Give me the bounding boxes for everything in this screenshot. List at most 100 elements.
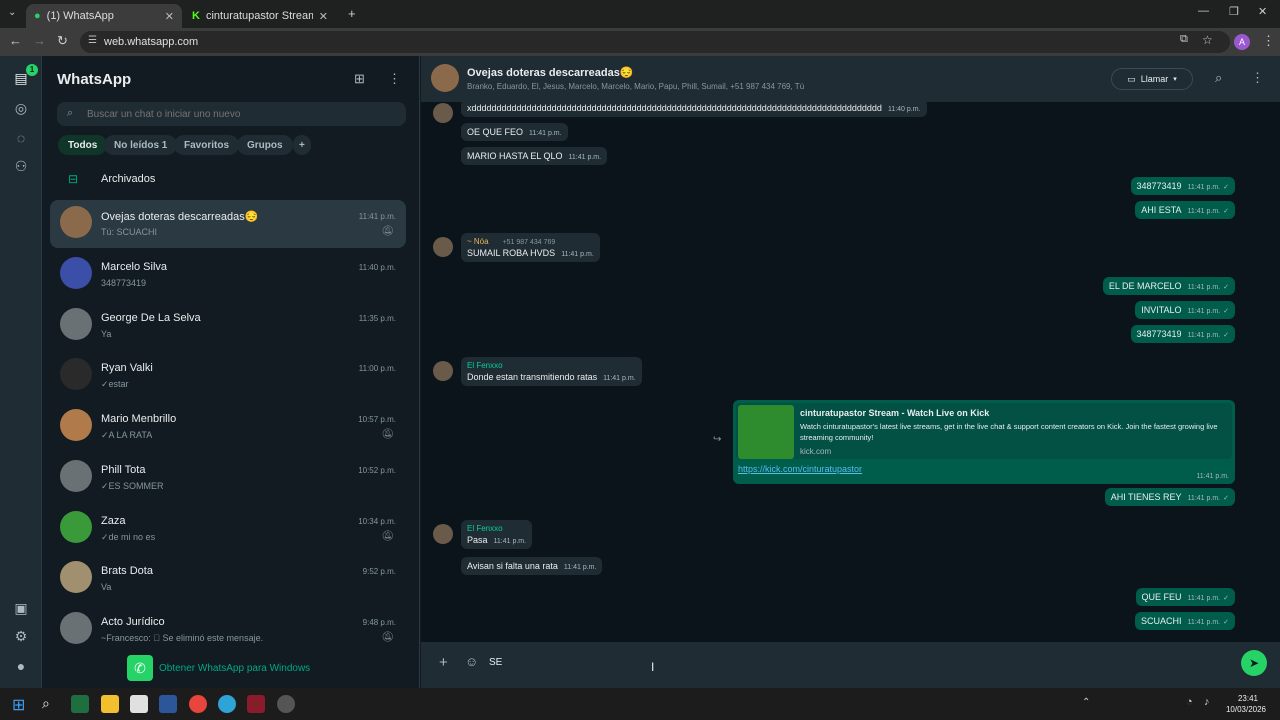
tray-chevron-icon[interactable]: ⌃ <box>1082 697 1090 708</box>
tab-label: cinturatupastor Stream - Watch <box>205 10 313 22</box>
back-icon[interactable]: ← <box>9 33 22 48</box>
link-preview-message[interactable]: cinturatupastor Stream - Watch Live on K… <box>733 400 1235 484</box>
sticker-icon[interactable]: ☺ <box>465 654 478 669</box>
windows-start-icon[interactable]: ⊞ <box>12 695 30 714</box>
chat-list-item[interactable]: Ryan Valki ✓estar 11:00 p.m. <box>50 352 406 400</box>
status-icon[interactable]: ◎ <box>12 100 30 118</box>
taskbar-search-icon[interactable]: ⌕ <box>42 695 60 713</box>
bookmark-star-icon[interactable]: ☆ <box>1202 33 1213 47</box>
call-button[interactable]: ▭ Llamar ▾ <box>1111 68 1193 90</box>
chat-header[interactable]: Ovejas doteras descarreadas😔 Branko, Edu… <box>421 56 1280 102</box>
profile-icon[interactable]: ● <box>12 658 30 676</box>
sender-name[interactable]: El Fenxxo <box>467 524 526 533</box>
incoming-message[interactable]: MARIO HASTA EL QLO 11:41 p.m. <box>461 147 608 165</box>
chat-search-icon[interactable]: ⌕ <box>1215 70 1222 86</box>
site-info-icon[interactable]: ☰ <box>88 35 97 46</box>
chat-list-item[interactable]: Ovejas doteras descarreadas😔 Tú: SCUACHI 1… <box>50 200 406 248</box>
steam-icon[interactable] <box>277 695 295 713</box>
chat-preview: ✓de mi no es <box>101 532 156 542</box>
sender-name[interactable]: El Fenxxo <box>467 361 636 370</box>
close-tab-icon[interactable]: ✕ <box>165 10 174 23</box>
sender-avatar[interactable] <box>433 237 453 257</box>
chat-list-item[interactable]: Acto Jurídico ~Francesco: ⃠ Se eliminó es… <box>50 606 406 654</box>
minimize-icon[interactable]: — <box>1198 5 1209 17</box>
send-button[interactable]: ➤ <box>1241 650 1267 676</box>
tab-kick[interactable]: K cinturatupastor Stream - Watch ✕ <box>184 4 336 28</box>
group-avatar[interactable] <box>431 64 459 92</box>
app-icon[interactable] <box>247 695 265 713</box>
incoming-message[interactable]: OE QUE FEO 11:41 p.m. <box>461 123 568 141</box>
filter-favorites[interactable]: Favoritos <box>174 135 240 155</box>
word-icon[interactable] <box>159 695 177 713</box>
list-menu-icon[interactable]: ⋮ <box>388 71 401 87</box>
channels-icon[interactable]: ◌ <box>12 130 30 148</box>
install-icon[interactable]: ⧉ <box>1180 33 1188 46</box>
profile-avatar[interactable]: A <box>1234 34 1250 50</box>
outgoing-message[interactable]: EL DE MARCELO 11:41 p.m. ✓ <box>1102 277 1235 295</box>
chat-list-item[interactable]: Zaza ✓de mi no es 10:34 p.m. 🔕︎ <box>50 505 406 553</box>
sender-avatar[interactable] <box>433 524 453 544</box>
browser-menu-icon[interactable]: ⋮ <box>1262 33 1275 49</box>
incoming-message[interactable]: Avisan si falta una rata 11:41 p.m. <box>461 557 603 575</box>
sender-avatar[interactable] <box>433 361 453 381</box>
sender-name[interactable]: ~ Nóa +51 987 434 769 <box>467 237 594 246</box>
media-icon[interactable]: ▣ <box>12 600 30 618</box>
close-window-icon[interactable]: ✕ <box>1258 5 1267 18</box>
clock-date[interactable]: 10/03/2026 <box>1222 705 1270 714</box>
search-input[interactable] <box>87 106 387 122</box>
chat-list-item[interactable]: Brats Dota Va 9:52 p.m. <box>50 555 406 603</box>
outgoing-message[interactable]: 348773419 11:41 p.m. ✓ <box>1130 325 1235 343</box>
filter-groups[interactable]: Grupos <box>237 135 293 155</box>
message-text: EL DE MARCELO <box>1108 281 1182 291</box>
get-app-banner[interactable]: ✆ Obtener WhatsApp para Windows <box>127 655 310 681</box>
edge-icon[interactable] <box>218 695 236 713</box>
clock-time[interactable]: 23:41 <box>1228 694 1268 703</box>
outgoing-message[interactable]: INVITALO 11:41 p.m. ✓ <box>1135 301 1235 319</box>
link-url[interactable]: https://kick.com/cinturatupastor <box>738 464 862 474</box>
chat-list-item[interactable]: George De La Selva Ya 11:35 p.m. <box>50 302 406 350</box>
close-tab-icon[interactable]: ✕ <box>319 10 328 23</box>
message-input[interactable]: SE <box>489 657 502 668</box>
wifi-icon[interactable]: ◔ <box>1186 696 1193 708</box>
reload-icon[interactable]: ↻ <box>57 33 68 49</box>
settings-icon[interactable]: ⚙ <box>12 628 30 646</box>
outgoing-message[interactable]: QUE FEU 11:41 p.m. ✓ <box>1135 588 1235 606</box>
new-tab-icon[interactable]: + <box>348 6 356 21</box>
outgoing-message[interactable]: AHI ESTA 11:41 p.m. ✓ <box>1135 201 1235 219</box>
chat-list-item[interactable]: Phill Tota ✓ES SOMMER 10:52 p.m. <box>50 454 406 502</box>
avatar <box>60 257 92 289</box>
sender-avatar[interactable] <box>433 103 453 123</box>
outgoing-message[interactable]: 348773419 11:41 p.m. ✓ <box>1130 177 1235 195</box>
outgoing-message[interactable]: SCUACHI 11:41 p.m. ✓ <box>1135 612 1235 630</box>
chrome-icon[interactable] <box>189 695 207 713</box>
incoming-message[interactable]: El Fenxxo Donde estan transmitiendo ratas… <box>461 357 642 386</box>
add-filter-button[interactable]: + <box>293 135 311 155</box>
chat-list-item[interactable]: Marcelo Silva 348773419 11:40 p.m. <box>50 251 406 299</box>
chat-list-item[interactable]: Mario Menbrillo ✓A LA RATA 10:57 p.m. 🔕︎ <box>50 403 406 451</box>
sent-check-icon: ✓ <box>1223 495 1229 502</box>
filter-unread[interactable]: No leídos 1 <box>104 135 178 155</box>
new-chat-icon[interactable]: ⊞ <box>354 71 365 87</box>
link-card[interactable]: cinturatupastor Stream - Watch Live on K… <box>736 403 1232 459</box>
incoming-message[interactable]: ~ Nóa +51 987 434 769 SUMAIL ROBA HVDS 11:4… <box>461 233 600 262</box>
communities-icon[interactable]: ⚇ <box>12 158 30 176</box>
url-field[interactable]: ☰ web.whatsapp.com <box>80 31 1230 53</box>
maximize-icon[interactable]: ❐ <box>1229 5 1239 18</box>
attach-icon[interactable]: + <box>439 654 448 671</box>
outgoing-message[interactable]: AHI TIENES REY 11:41 p.m. ✓ <box>1104 488 1235 506</box>
excel-icon[interactable] <box>71 695 89 713</box>
tab-menu-icon[interactable]: ⌄ <box>8 7 16 18</box>
incoming-message[interactable]: xddddddddddddddddddddddddddddddddddddddd… <box>461 99 927 117</box>
chat-menu-icon[interactable]: ⋮ <box>1251 70 1264 86</box>
incoming-message[interactable]: El Fenxxo Pasa 11:41 p.m. <box>461 520 533 549</box>
store-icon[interactable] <box>130 695 148 713</box>
forward-icon[interactable]: → <box>33 33 46 48</box>
speaker-icon[interactable]: ♪ <box>1204 696 1210 708</box>
tab-whatsapp[interactable]: ● (1) WhatsApp ✕ <box>26 4 182 28</box>
forward-icon[interactable]: ↪ <box>713 434 721 445</box>
message-time: 11:41 p.m. <box>1187 184 1221 191</box>
archived-label[interactable]: Archivados <box>101 173 155 185</box>
file-explorer-icon[interactable] <box>101 695 119 713</box>
search-bar[interactable]: ⌕ <box>57 102 406 126</box>
filter-all[interactable]: Todos <box>58 135 108 155</box>
